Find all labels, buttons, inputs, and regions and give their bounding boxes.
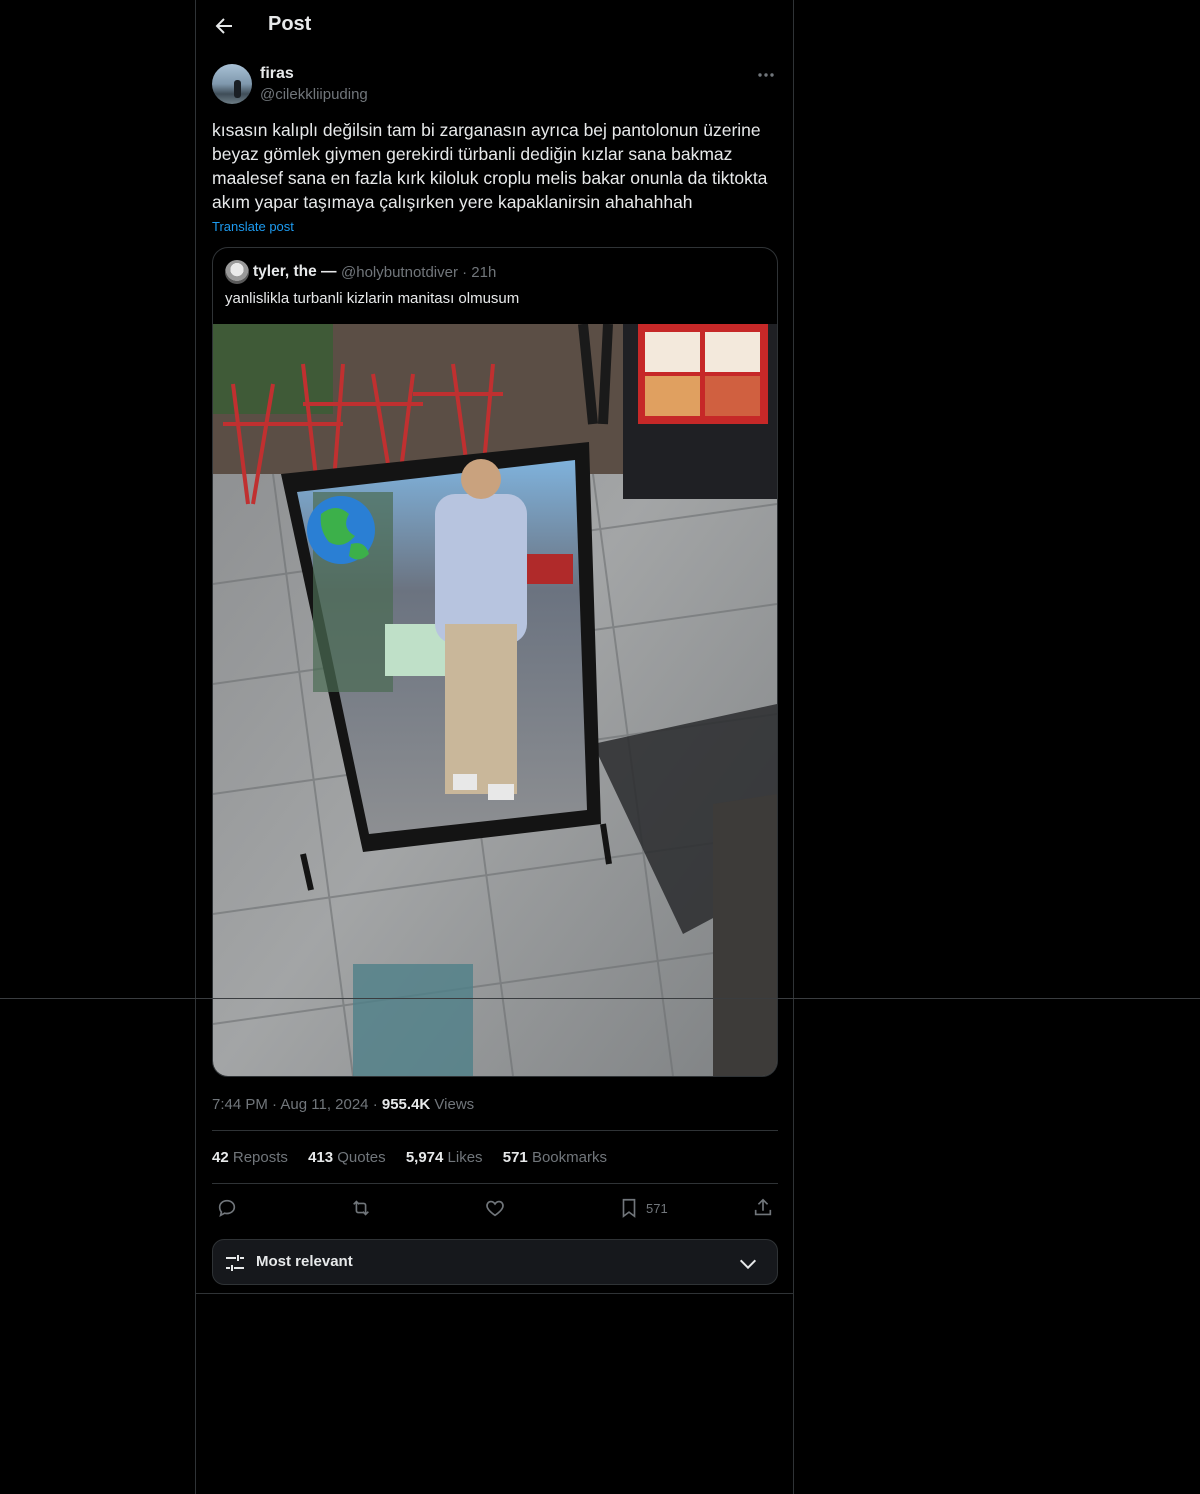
filter-icon	[226, 1255, 244, 1271]
like-icon	[486, 1200, 504, 1217]
repost-button[interactable]	[350, 1196, 372, 1220]
author-avatar[interactable]	[212, 64, 252, 104]
quoted-post-text: yanlislikla turbanli kizlarin manitası o…	[225, 290, 520, 307]
author-handle[interactable]: @cilekkliipuding	[260, 86, 368, 103]
meta-separator: ·	[372, 1096, 378, 1113]
reposts-stat[interactable]: 42 Reposts	[212, 1149, 288, 1166]
main-column: Post firas @cilekkliipuding kısasın kalı…	[195, 0, 794, 1494]
divider	[0, 998, 1200, 999]
more-icon[interactable]	[755, 64, 777, 84]
post-stats: 42 Reposts 413 Quotes 5,974 Likes 571 Bo…	[212, 1149, 623, 1166]
sort-label: Most relevant	[256, 1253, 353, 1270]
quoted-author-handle: @holybutnotdiver	[341, 264, 458, 281]
sort-replies-dropdown[interactable]: Most relevant	[212, 1239, 778, 1285]
bookmarks-label: Bookmarks	[531, 1149, 607, 1166]
quotes-label: Quotes	[337, 1149, 386, 1166]
like-button[interactable]	[484, 1196, 506, 1220]
translate-post-link[interactable]: Translate post	[212, 219, 294, 234]
quoted-author-meta: @holybutnotdiver · 21h	[341, 264, 496, 281]
post-header: Post	[196, 0, 793, 54]
post-text: kısasın kalıplı değilsin tam bi zarganas…	[212, 120, 768, 212]
post-time[interactable]: 7:44 PM	[212, 1096, 268, 1113]
share-button[interactable]	[752, 1196, 774, 1220]
repost-icon	[353, 1200, 369, 1216]
quotes-count: 413	[308, 1149, 334, 1166]
post-date[interactable]: Aug 11, 2024	[280, 1096, 368, 1113]
quotes-stat[interactable]: 413 Quotes	[308, 1149, 386, 1166]
likes-label: Likes	[447, 1149, 483, 1166]
chevron-down-icon	[739, 1259, 757, 1270]
quoted-post-time: · 21h	[462, 264, 497, 281]
bookmarks-stat[interactable]: 571 Bookmarks	[503, 1149, 607, 1166]
meta-separator: ·	[272, 1096, 278, 1113]
page-title: Post	[268, 13, 312, 35]
post-meta: 7:44 PM · Aug 11, 2024 · 955.4K Views	[212, 1096, 474, 1113]
quoted-author-name: tyler, the —	[253, 263, 337, 280]
divider	[212, 1130, 778, 1131]
reposts-label: Reposts	[232, 1149, 288, 1166]
bookmark-icon	[622, 1198, 636, 1218]
author-name[interactable]: firas	[260, 65, 294, 83]
divider	[212, 1183, 778, 1184]
likes-count: 5,974	[405, 1149, 444, 1166]
divider	[196, 1293, 793, 1294]
views-label: Views	[434, 1096, 475, 1113]
bookmark-button[interactable]: 571	[618, 1196, 668, 1220]
share-icon	[754, 1198, 772, 1216]
reposts-count: 42	[212, 1149, 229, 1166]
views-count: 955.4K	[381, 1096, 431, 1113]
quoted-post[interactable]: tyler, the — @holybutnotdiver · 21h yanl…	[212, 247, 778, 1077]
likes-stat[interactable]: 5,974 Likes	[406, 1149, 483, 1166]
quoted-author-avatar	[225, 260, 249, 284]
bookmark-count: 571	[646, 1200, 668, 1216]
quoted-post-image[interactable]	[213, 324, 777, 1076]
reply-button[interactable]	[216, 1196, 238, 1220]
reply-icon	[218, 1199, 236, 1217]
back-arrow-icon[interactable]	[212, 14, 236, 38]
bookmarks-count: 571	[502, 1149, 528, 1166]
